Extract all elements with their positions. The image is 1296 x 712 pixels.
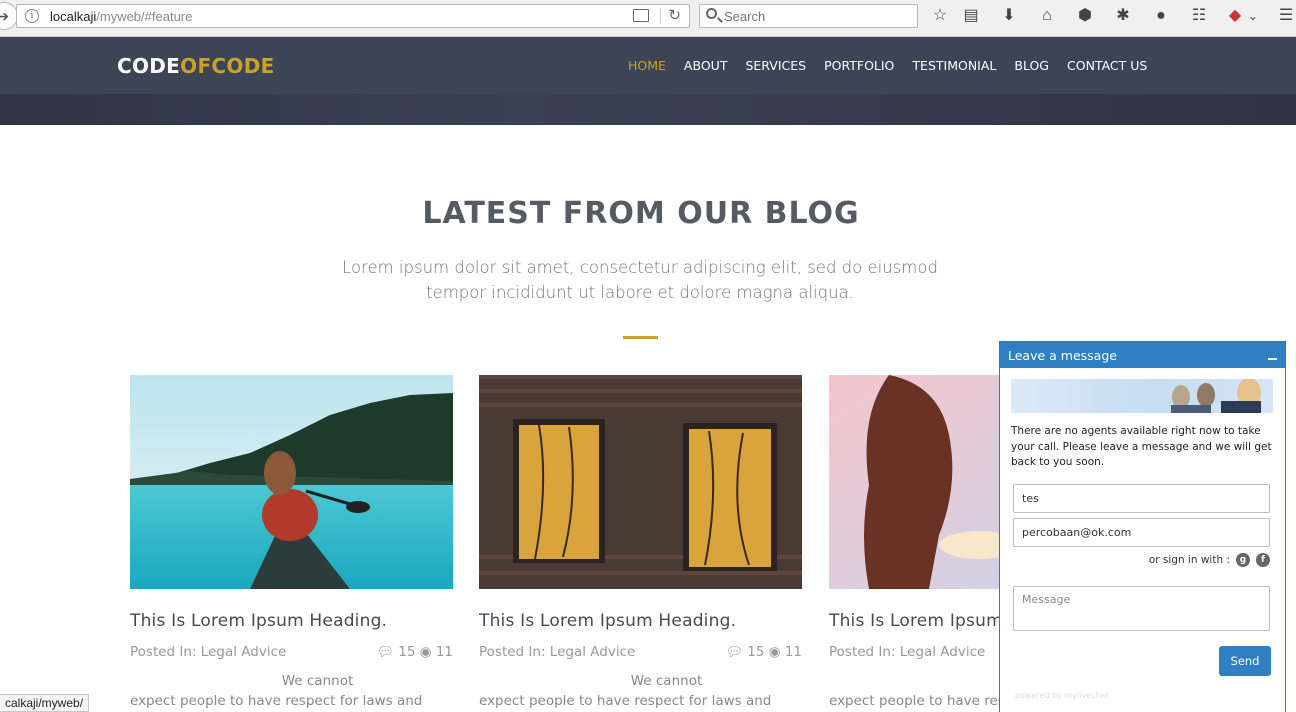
section-title: LATEST FROM OUR BLOG [422, 196, 860, 231]
view-count: 11 [435, 644, 453, 660]
divider [660, 8, 661, 24]
search-input[interactable]: Search [699, 4, 918, 28]
view-count: 11 [784, 644, 802, 660]
blog-image-lake-canoe[interactable] [130, 375, 453, 589]
section-subtitle: Lorem ipsum dolor sit amet, consectetur … [342, 258, 938, 302]
nav-portfolio[interactable]: PORTFOLIO [824, 58, 894, 73]
eye-icon: ◉ [768, 644, 781, 660]
email-field[interactable]: percobaan@ok.com [1013, 518, 1270, 547]
search-icon [706, 8, 717, 19]
blog-excerpt: We cannot expect people to have respect … [479, 673, 772, 709]
nav-testimonial[interactable]: TESTIMONIAL [912, 58, 996, 73]
main-nav: HOME ABOUT SERVICES PORTFOLIO TESTIMONIA… [628, 58, 1165, 73]
info-icon[interactable]: i [25, 9, 39, 23]
powered-by[interactable]: powered by mylivechat [1015, 691, 1109, 700]
pocket-icon[interactable]: ⬢ [1075, 6, 1095, 26]
blog-image-brick-windows[interactable] [479, 375, 802, 589]
comment-count: 15 [747, 644, 765, 660]
blog-heading[interactable]: This Is Lorem Ipsum Heading. [479, 611, 736, 631]
chevron-down-icon[interactable]: ⌄ [1243, 6, 1263, 26]
facebook-icon[interactable]: f [1256, 553, 1270, 567]
google-plus-icon[interactable]: g [1236, 553, 1250, 567]
comment-count: 15 [398, 644, 416, 660]
social-signin: or sign in with : g f [1149, 553, 1270, 567]
blog-card: This Is Lorem Ipsum Heading. Posted In: … [130, 375, 453, 709]
bookmarks-list-icon[interactable]: ▤ [961, 6, 981, 26]
nav-services[interactable]: SERVICES [745, 58, 806, 73]
menu-icon[interactable]: ☰ [1276, 6, 1296, 26]
search-placeholder: Search [724, 9, 766, 24]
blog-heading[interactable]: This Is Lorem Ipsum Heading. [130, 611, 387, 631]
posted-in[interactable]: Posted In: Legal Advice [130, 644, 286, 660]
blog-excerpt: We cannot expect people to have respect … [130, 673, 423, 709]
chat-title: Leave a message [1008, 348, 1117, 363]
chat-banner-image [1011, 379, 1273, 413]
nav-contact-us[interactable]: CONTACT US [1067, 58, 1147, 73]
footprints-icon[interactable]: ● [1151, 6, 1171, 26]
live-chat-widget: Leave a message There are no agents avai… [999, 341, 1286, 712]
logo[interactable]: CODEOFCODE [117, 54, 275, 78]
blog-meta: Posted In: Legal Advice 💬︎ 15 ◉ 11 [479, 644, 802, 660]
browser-toolbar: ➔ i localkaji/myweb/#feature ↻ Search ☆ … [0, 0, 1296, 37]
nav-home[interactable]: HOME [628, 58, 666, 73]
back-arrow-icon: ➔ [0, 7, 9, 24]
name-field[interactable]: tes [1013, 484, 1270, 513]
chat-notice: There are no agents available right now … [1011, 425, 1272, 468]
nav-about[interactable]: ABOUT [684, 58, 728, 73]
reload-icon[interactable]: ↻ [668, 6, 681, 24]
bookmark-star-icon[interactable]: ☆ [930, 6, 950, 26]
address-bar[interactable]: i localkaji/myweb/#feature ↻ [16, 4, 690, 28]
posted-in[interactable]: Posted In: Legal Advice [479, 644, 635, 660]
minimize-icon[interactable] [1268, 358, 1277, 360]
posted-in[interactable]: Posted In: Legal Advice [829, 644, 985, 660]
site-header: CODEOFCODE HOME ABOUT SERVICES PORTFOLIO… [0, 37, 1296, 94]
hero-background [0, 94, 1296, 125]
chat-header[interactable]: Leave a message [1000, 342, 1285, 368]
signin-label: or sign in with : [1148, 554, 1230, 566]
status-url: calkaji/myweb/ [0, 694, 90, 712]
reader-view-icon[interactable] [633, 9, 649, 22]
nav-blog[interactable]: BLOG [1014, 58, 1049, 73]
url-text: localkaji/myweb/#feature [50, 9, 193, 24]
blog-meta: Posted In: Legal Advice 💬︎ 15 ◉ 11 [130, 644, 453, 660]
bug-icon[interactable]: ✱ [1113, 6, 1133, 26]
sitemap-icon[interactable]: ☷ [1189, 6, 1209, 26]
blog-card: This Is Lorem Ipsum Heading. Posted In: … [479, 375, 802, 709]
message-field[interactable]: Message [1013, 586, 1270, 631]
send-button[interactable]: Send [1219, 646, 1271, 676]
divider [623, 336, 658, 339]
comments-icon: 💬︎ [725, 644, 743, 660]
eye-icon: ◉ [419, 644, 432, 660]
comments-icon: 💬︎ [376, 644, 394, 660]
download-icon[interactable]: ⬇ [999, 6, 1019, 26]
home-icon[interactable]: ⌂ [1037, 6, 1057, 26]
extension-icon[interactable]: ◆ [1225, 6, 1245, 26]
